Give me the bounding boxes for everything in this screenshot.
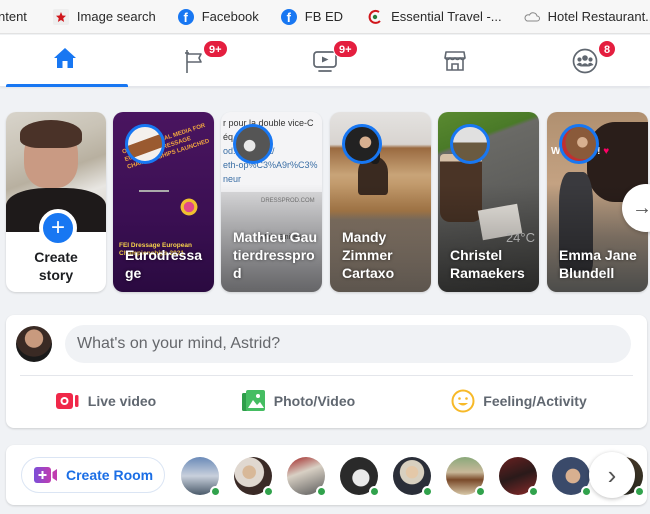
- bookmark-label: Image search: [76, 9, 156, 24]
- feeling-icon: [451, 389, 475, 413]
- online-contact[interactable]: [181, 457, 221, 497]
- tab-groups[interactable]: 8: [520, 35, 650, 86]
- composer-actions: Live video Photo/Video Feeling/Activity: [6, 381, 647, 421]
- arrow-right-icon: →: [632, 196, 650, 219]
- live-video-icon: [55, 391, 80, 411]
- live-video-button[interactable]: Live video: [6, 381, 206, 421]
- main-nav: 9+ 9+ 8: [0, 35, 650, 87]
- create-room-button[interactable]: Create Room: [21, 457, 165, 493]
- story-author-name: Emma Jane Blundell: [559, 247, 637, 281]
- add-story-button[interactable]: +: [39, 209, 77, 247]
- status-placeholder: What's on your mind, Astrid?: [77, 335, 281, 352]
- create-story-label: Create story: [34, 249, 78, 283]
- post-composer: What's on your mind, Astrid? Live video …: [6, 315, 647, 428]
- rooms-next-button[interactable]: ›: [589, 452, 635, 498]
- photo-video-label: Photo/Video: [273, 393, 356, 409]
- watch-badge: 9+: [333, 40, 358, 58]
- online-contact[interactable]: [393, 457, 433, 497]
- groups-icon: [572, 48, 598, 74]
- tab-watch[interactable]: 9+: [260, 35, 390, 86]
- bookmark-hotel-restaurant[interactable]: Hotel Restaurant...: [524, 0, 650, 33]
- stories-tray: + Create story OFFICIAL SOCIAL MEDIA FOR…: [0, 112, 650, 292]
- create-story-card[interactable]: + Create story: [6, 112, 106, 292]
- composer-divider: [20, 375, 633, 376]
- photo-video-button[interactable]: Photo/Video: [206, 381, 391, 421]
- tab-marketplace[interactable]: [390, 35, 520, 86]
- online-indicator: [634, 486, 645, 497]
- online-contact[interactable]: [552, 457, 592, 497]
- bookmark-label: Essential Travel -...: [391, 9, 502, 24]
- story-avatar: [342, 124, 382, 164]
- story-avatar: [233, 124, 273, 164]
- online-indicator: [422, 486, 433, 497]
- live-video-label: Live video: [87, 393, 157, 409]
- online-indicator: [263, 486, 274, 497]
- online-contact[interactable]: [499, 457, 539, 497]
- bookmarks-bar: ntent Image search f Facebook f FB ED Es…: [0, 0, 650, 34]
- story-author-name: Mandy Zimmer Cartaxo: [342, 229, 395, 281]
- online-contact[interactable]: [340, 457, 380, 497]
- user-avatar[interactable]: [16, 326, 52, 362]
- bookmark-label: Hotel Restaurant...: [547, 9, 650, 24]
- bookmark-image-search[interactable]: Image search: [52, 0, 156, 33]
- story-card[interactable]: OFFICIAL SOCIAL MEDIA FOR EUROPEAN DRESS…: [113, 112, 214, 292]
- story-card[interactable]: 24°C Christel Ramaekers: [438, 112, 539, 292]
- bookmark-facebook[interactable]: f Facebook: [177, 0, 259, 33]
- status-input[interactable]: What's on your mind, Astrid?: [65, 325, 631, 363]
- essential-travel-icon: [367, 9, 383, 25]
- online-indicator: [316, 486, 327, 497]
- story-avatar: [559, 124, 599, 164]
- marketplace-icon: [443, 49, 467, 73]
- cloud-icon: [524, 9, 540, 25]
- bookmark-content[interactable]: ntent: [0, 0, 27, 33]
- online-contact[interactable]: [287, 457, 327, 497]
- home-icon: [53, 47, 77, 74]
- tab-pages[interactable]: 9+: [130, 35, 260, 86]
- create-room-icon: [34, 467, 58, 483]
- online-indicator: [528, 486, 539, 497]
- bookmark-fb-ed[interactable]: f FB ED: [280, 0, 344, 33]
- feeling-activity-label: Feeling/Activity: [483, 393, 587, 409]
- facebook-icon: f: [280, 8, 297, 25]
- story-avatar: [125, 124, 165, 164]
- online-contact[interactable]: [234, 457, 274, 497]
- facebook-icon: f: [177, 8, 194, 25]
- story-card[interactable]: r pour la double vice-Céqod.com/post/eth…: [221, 112, 322, 292]
- online-indicator: [369, 486, 380, 497]
- plus-icon: +: [50, 214, 65, 241]
- story-avatar: [450, 124, 490, 164]
- pages-badge: 9+: [203, 40, 228, 58]
- story-card[interactable]: Mandy Zimmer Cartaxo: [330, 112, 431, 292]
- rooms-bar: Create Room ›: [6, 445, 647, 505]
- create-room-label: Create Room: [66, 467, 154, 483]
- bookmark-essential-travel[interactable]: Essential Travel -...: [367, 0, 502, 33]
- online-indicator: [210, 486, 221, 497]
- online-indicator: [475, 486, 486, 497]
- groups-badge: 8: [598, 40, 617, 58]
- chevron-right-icon: ›: [607, 460, 617, 490]
- feeling-activity-button[interactable]: Feeling/Activity: [391, 381, 647, 421]
- online-indicator: [581, 486, 592, 497]
- story-author-name: Christel Ramaekers: [450, 247, 525, 281]
- story-author-name: Mathieu Gautierdressprod: [233, 229, 318, 281]
- photo-video-icon: [241, 390, 266, 412]
- bookmark-label: Facebook: [201, 9, 259, 24]
- tab-home[interactable]: [0, 35, 130, 87]
- online-contact[interactable]: [446, 457, 486, 497]
- bookmark-label: FB ED: [304, 9, 344, 24]
- bookmark-label: ntent: [0, 9, 27, 24]
- story-author-name: Eurodressage: [125, 247, 203, 281]
- red-star-icon: [52, 8, 69, 25]
